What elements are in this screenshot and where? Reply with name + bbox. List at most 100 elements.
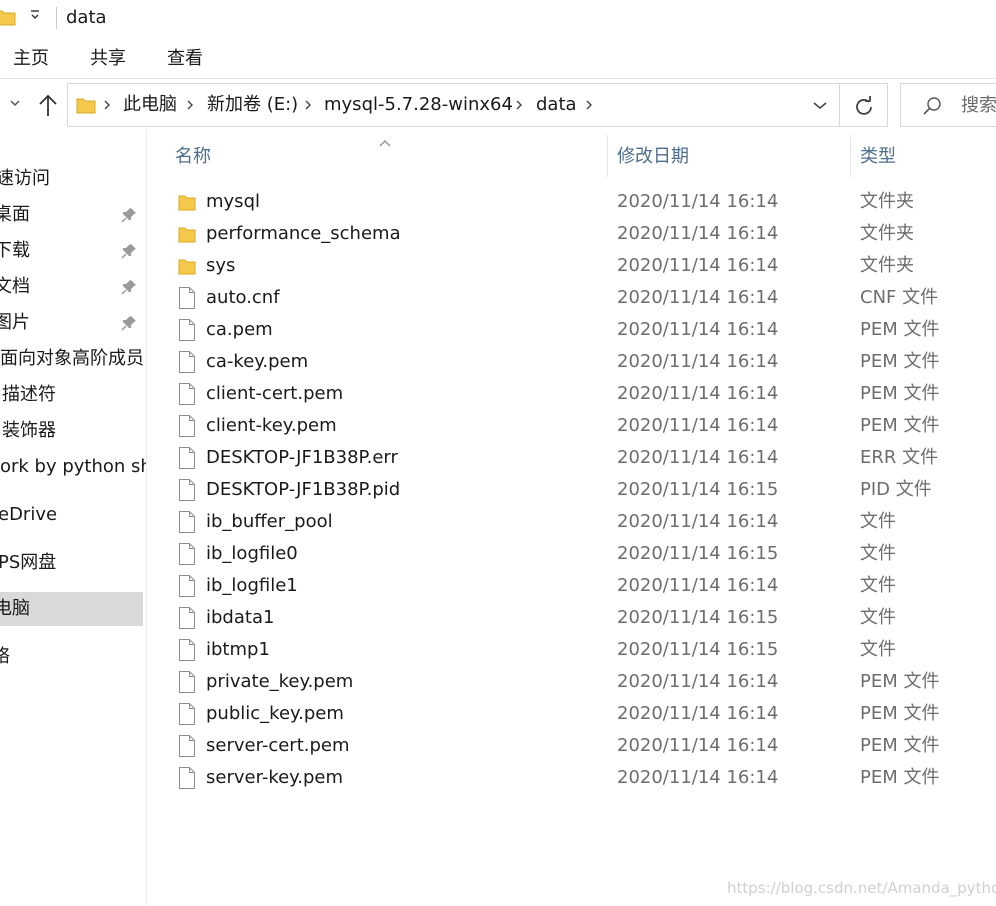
file-modified-date: 2020/11/14 16:14 <box>617 351 779 372</box>
file-name[interactable]: client-cert.pem <box>206 381 343 407</box>
sidebar-item-oop-advanced[interactable]: 面向对象高阶成员 <box>0 342 144 376</box>
sidebar-item-this-pc[interactable]: 电脑 <box>0 592 143 626</box>
tab-view[interactable]: 查看 <box>167 47 203 71</box>
address-history-dropdown-icon[interactable] <box>811 96 829 114</box>
sidebar-item-documents[interactable]: 文档 <box>0 270 143 304</box>
file-icon <box>178 383 196 405</box>
file-row[interactable]: ib_buffer_pool 2020/11/14 16:14 文件 <box>160 506 996 538</box>
breadcrumb-drive-e[interactable]: 新加卷 (E:) <box>207 93 298 117</box>
file-modified-date: 2020/11/14 16:14 <box>617 735 779 756</box>
file-row[interactable]: performance_schema 2020/11/14 16:14 文件夹 <box>160 218 996 250</box>
file-name[interactable]: public_key.pem <box>206 701 344 727</box>
breadcrumb-mysql-folder[interactable]: mysql-5.7.28-winx64 <box>324 93 513 117</box>
file-type: PEM 文件 <box>860 671 940 692</box>
file-type: PEM 文件 <box>860 703 940 724</box>
file-name[interactable]: private_key.pem <box>206 669 353 695</box>
column-header-type[interactable]: 类型 <box>860 145 896 169</box>
file-row[interactable]: public_key.pem 2020/11/14 16:14 PEM 文件 <box>160 698 996 730</box>
pin-icon[interactable] <box>120 242 138 260</box>
file-row[interactable]: auto.cnf 2020/11/14 16:14 CNF 文件 <box>160 282 996 314</box>
sidebar-item-quick-access[interactable]: 速访问 <box>0 162 143 196</box>
file-modified-date: 2020/11/14 16:14 <box>617 191 779 212</box>
sidebar-item-label: 描述符 <box>2 384 56 405</box>
search-placeholder: 搜索 <box>961 95 996 116</box>
file-name[interactable]: DESKTOP-JF1B38P.err <box>206 445 398 471</box>
file-name[interactable]: sys <box>206 253 235 279</box>
file-name[interactable]: ibtmp1 <box>206 637 270 663</box>
file-row[interactable]: server-key.pem 2020/11/14 16:14 PEM 文件 <box>160 762 996 794</box>
sidebar-item-network[interactable]: 络 <box>0 640 143 674</box>
chevron-right-icon[interactable] <box>584 96 594 114</box>
file-row[interactable]: DESKTOP-JF1B38P.err 2020/11/14 16:14 ERR 文… <box>160 442 996 474</box>
file-name[interactable]: DESKTOP-JF1B38P.pid <box>206 477 400 503</box>
file-modified-date: 2020/11/14 16:15 <box>617 479 779 500</box>
chevron-right-icon[interactable] <box>102 96 112 114</box>
file-icon <box>178 575 196 597</box>
pin-icon[interactable] <box>120 278 138 296</box>
recent-locations-chevron-icon[interactable] <box>8 96 26 116</box>
column-header-name[interactable]: 名称 <box>175 145 211 169</box>
file-row[interactable]: ibtmp1 2020/11/14 16:15 文件 <box>160 634 996 666</box>
file-modified-date: 2020/11/14 16:14 <box>617 383 779 404</box>
file-icon <box>178 639 196 661</box>
refresh-button[interactable] <box>840 83 888 127</box>
title-bar: data <box>0 0 996 36</box>
file-row[interactable]: mysql 2020/11/14 16:14 文件夹 <box>160 186 996 218</box>
file-modified-date: 2020/11/14 16:15 <box>617 639 779 660</box>
file-name[interactable]: ca.pem <box>206 317 273 343</box>
chevron-right-icon[interactable] <box>185 96 195 114</box>
file-row[interactable]: sys 2020/11/14 16:14 文件夹 <box>160 250 996 282</box>
column-header-modified[interactable]: 修改日期 <box>617 145 689 169</box>
file-row[interactable]: DESKTOP-JF1B38P.pid 2020/11/14 16:15 PID 文… <box>160 474 996 506</box>
sidebar-item-descriptors[interactable]: 描述符 <box>0 378 143 412</box>
file-name[interactable]: ib_logfile1 <box>206 573 298 599</box>
file-row[interactable]: ib_logfile0 2020/11/14 16:15 文件 <box>160 538 996 570</box>
file-name[interactable]: ca-key.pem <box>206 349 308 375</box>
sidebar-item-downloads[interactable]: 下载 <box>0 234 143 268</box>
file-icon <box>178 447 196 469</box>
file-icon <box>178 511 196 533</box>
file-type: 文件 <box>860 607 896 628</box>
sidebar-item-onedrive[interactable]: eDrive <box>0 498 143 532</box>
file-type: 文件夹 <box>860 191 914 212</box>
file-row[interactable]: private_key.pem 2020/11/14 16:14 PEM 文件 <box>160 666 996 698</box>
file-name[interactable]: auto.cnf <box>206 285 280 311</box>
sidebar-item-desktop[interactable]: 桌面 <box>0 198 143 232</box>
sidebar-item-work-by-python[interactable]: ork by python sh <box>0 450 146 484</box>
sidebar-item-label: 面向对象高阶成员 <box>0 348 144 369</box>
up-arrow-icon[interactable] <box>36 92 60 120</box>
breadcrumb-data-folder[interactable]: data <box>536 93 577 117</box>
file-row[interactable]: server-cert.pem 2020/11/14 16:14 PEM 文件 <box>160 730 996 762</box>
file-name[interactable]: ib_buffer_pool <box>206 509 333 535</box>
file-name[interactable]: performance_schema <box>206 221 401 247</box>
file-row[interactable]: ib_logfile1 2020/11/14 16:14 文件 <box>160 570 996 602</box>
file-row[interactable]: client-cert.pem 2020/11/14 16:14 PEM 文件 <box>160 378 996 410</box>
search-icon <box>923 97 941 115</box>
chevron-right-icon[interactable] <box>514 96 524 114</box>
pin-icon[interactable] <box>120 206 138 224</box>
address-bar[interactable]: 此电脑 新加卷 (E:) mysql-5.7.28-winx64 data <box>67 83 840 127</box>
sidebar-item-wps-cloud[interactable]: PS网盘 <box>0 546 143 580</box>
sidebar-item-pictures[interactable]: 图片 <box>0 306 143 340</box>
file-name[interactable]: ibdata1 <box>206 605 274 631</box>
chevron-right-icon[interactable] <box>303 96 313 114</box>
pin-icon[interactable] <box>120 314 138 332</box>
tab-share[interactable]: 共享 <box>90 47 126 71</box>
file-name[interactable]: ib_logfile0 <box>206 541 298 567</box>
file-name[interactable]: server-cert.pem <box>206 733 350 759</box>
file-type: 文件夹 <box>860 223 914 244</box>
file-name[interactable]: client-key.pem <box>206 413 337 439</box>
sidebar-item-decorators[interactable]: 装饰器 <box>0 414 143 448</box>
file-row[interactable]: ca-key.pem 2020/11/14 16:14 PEM 文件 <box>160 346 996 378</box>
search-box[interactable]: 搜索 <box>900 83 996 127</box>
column-divider[interactable] <box>850 135 851 177</box>
file-name[interactable]: server-key.pem <box>206 765 343 791</box>
file-row[interactable]: ca.pem 2020/11/14 16:14 PEM 文件 <box>160 314 996 346</box>
file-row[interactable]: ibdata1 2020/11/14 16:15 文件 <box>160 602 996 634</box>
file-name[interactable]: mysql <box>206 189 260 215</box>
tab-home[interactable]: 主页 <box>13 47 49 71</box>
file-row[interactable]: client-key.pem 2020/11/14 16:14 PEM 文件 <box>160 410 996 442</box>
quick-access-dropdown-icon[interactable] <box>28 8 42 28</box>
column-divider[interactable] <box>607 135 608 177</box>
breadcrumb-this-pc[interactable]: 此电脑 <box>123 93 177 117</box>
